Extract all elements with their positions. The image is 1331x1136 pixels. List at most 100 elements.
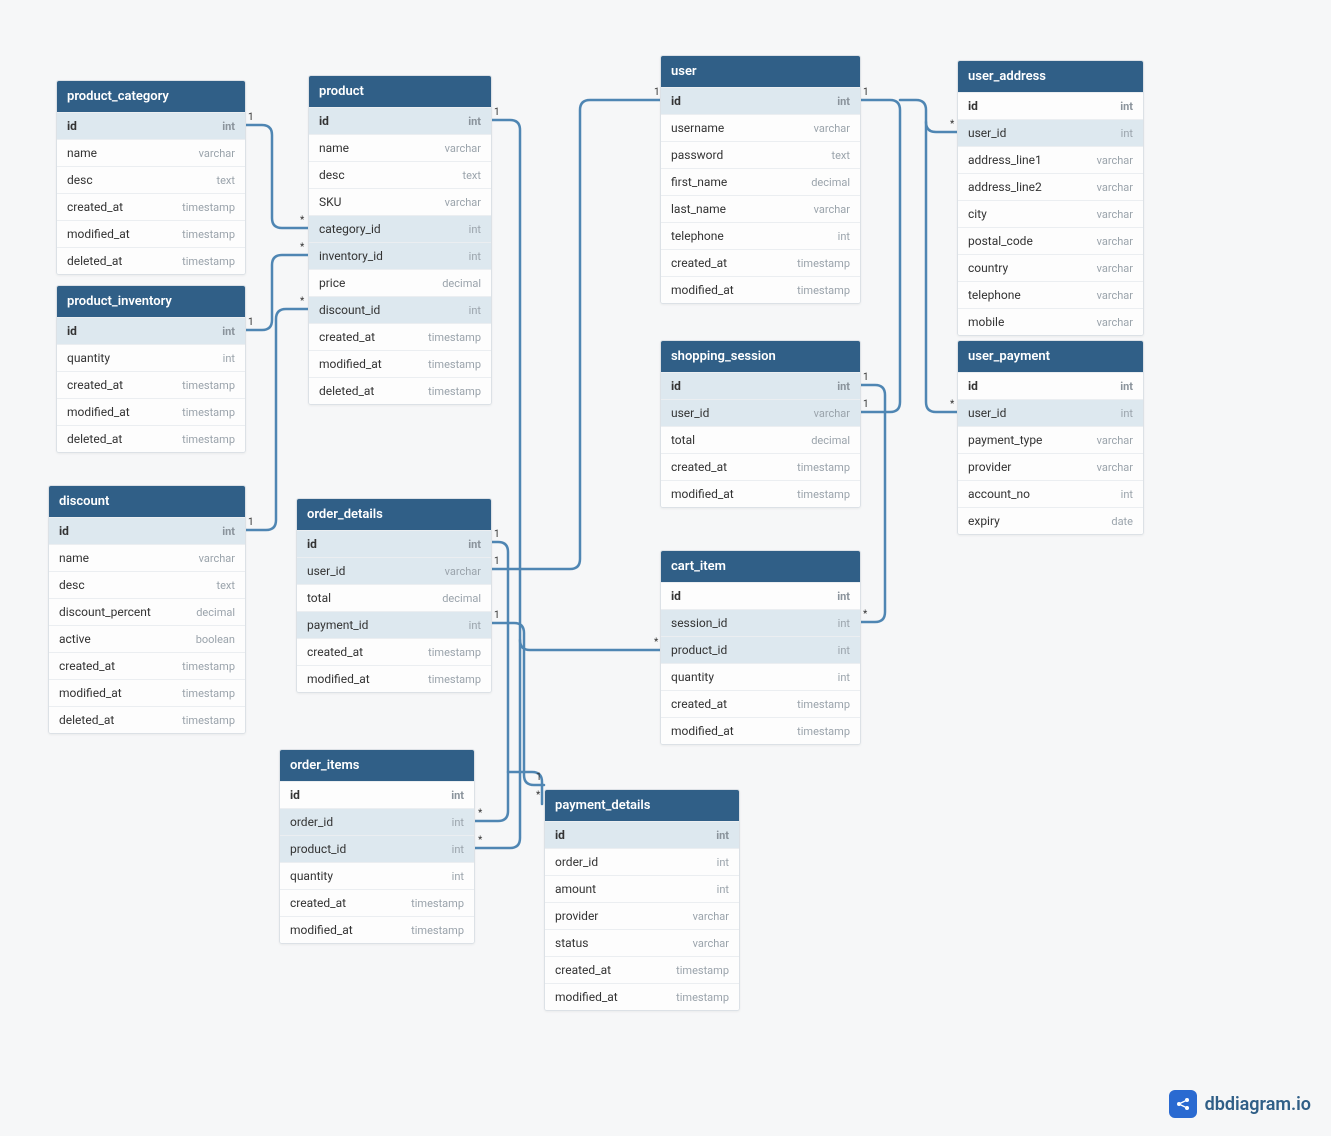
column-row[interactable]: product_idint — [661, 636, 860, 663]
column-row[interactable]: providervarchar — [545, 902, 739, 929]
column-row[interactable]: desctext — [57, 166, 245, 193]
column-row[interactable]: payment_typevarchar — [958, 426, 1143, 453]
table-product[interactable]: productidintnamevarchardesctextSKUvarcha… — [308, 75, 492, 405]
column-row[interactable]: payment_idint — [297, 611, 491, 638]
column-row[interactable]: idint — [280, 781, 474, 808]
column-row[interactable]: modified_attimestamp — [57, 220, 245, 247]
column-row[interactable]: created_attimestamp — [280, 889, 474, 916]
table-header[interactable]: order_items — [280, 750, 474, 781]
column-row[interactable]: modified_attimestamp — [661, 717, 860, 744]
column-row[interactable]: postal_codevarchar — [958, 227, 1143, 254]
column-row[interactable]: expirydate — [958, 507, 1143, 534]
column-row[interactable]: idint — [958, 92, 1143, 119]
erd-canvas[interactable]: 1 * 1 * 1 * 1 * * 1 * * 1 1 1 1 1 * 1 1 … — [0, 0, 1331, 1136]
column-row[interactable]: order_idint — [545, 848, 739, 875]
column-row[interactable]: created_attimestamp — [57, 371, 245, 398]
table-header[interactable]: product_category — [57, 81, 245, 112]
column-row[interactable]: account_noint — [958, 480, 1143, 507]
table-order_items[interactable]: order_itemsidintorder_idintproduct_idint… — [279, 749, 475, 944]
column-row[interactable]: quantityint — [57, 344, 245, 371]
column-row[interactable]: user_idint — [958, 119, 1143, 146]
column-row[interactable]: discount_percentdecimal — [49, 598, 245, 625]
column-row[interactable]: idint — [57, 317, 245, 344]
column-row[interactable]: deleted_attimestamp — [57, 425, 245, 452]
column-row[interactable]: modified_attimestamp — [661, 276, 860, 303]
table-header[interactable]: order_details — [297, 499, 491, 530]
column-row[interactable]: category_idint — [309, 215, 491, 242]
column-row[interactable]: user_idint — [958, 399, 1143, 426]
table-header[interactable]: user — [661, 56, 860, 87]
column-row[interactable]: namevarchar — [49, 544, 245, 571]
table-product_category[interactable]: product_categoryidintnamevarchardesctext… — [56, 80, 246, 275]
column-row[interactable]: pricedecimal — [309, 269, 491, 296]
column-row[interactable]: activeboolean — [49, 625, 245, 652]
table-header[interactable]: shopping_session — [661, 341, 860, 372]
column-row[interactable]: namevarchar — [309, 134, 491, 161]
column-row[interactable]: mobilevarchar — [958, 308, 1143, 335]
column-row[interactable]: idint — [545, 821, 739, 848]
column-row[interactable]: address_line1varchar — [958, 146, 1143, 173]
table-header[interactable]: product — [309, 76, 491, 107]
column-row[interactable]: last_namevarchar — [661, 195, 860, 222]
column-row[interactable]: namevarchar — [57, 139, 245, 166]
column-row[interactable]: created_attimestamp — [661, 690, 860, 717]
table-user_address[interactable]: user_addressidintuser_idintaddress_line1… — [957, 60, 1144, 336]
column-row[interactable]: created_attimestamp — [661, 249, 860, 276]
column-row[interactable]: passwordtext — [661, 141, 860, 168]
column-row[interactable]: modified_attimestamp — [57, 398, 245, 425]
table-product_inventory[interactable]: product_inventoryidintquantityintcreated… — [56, 285, 246, 453]
column-row[interactable]: modified_attimestamp — [309, 350, 491, 377]
column-row[interactable]: usernamevarchar — [661, 114, 860, 141]
table-user_payment[interactable]: user_paymentidintuser_idintpayment_typev… — [957, 340, 1144, 535]
column-row[interactable]: created_attimestamp — [57, 193, 245, 220]
column-row[interactable]: inventory_idint — [309, 242, 491, 269]
table-cart_item[interactable]: cart_itemidintsession_idintproduct_idint… — [660, 550, 861, 745]
table-header[interactable]: user_payment — [958, 341, 1143, 372]
table-shopping_session[interactable]: shopping_sessionidintuser_idvarchartotal… — [660, 340, 861, 508]
table-payment_details[interactable]: payment_detailsidintorder_idintamountint… — [544, 789, 740, 1011]
table-order_details[interactable]: order_detailsidintuser_idvarchartotaldec… — [296, 498, 492, 693]
column-row[interactable]: created_attimestamp — [309, 323, 491, 350]
table-header[interactable]: payment_details — [545, 790, 739, 821]
column-row[interactable]: created_attimestamp — [661, 453, 860, 480]
column-row[interactable]: idint — [49, 517, 245, 544]
column-row[interactable]: countryvarchar — [958, 254, 1143, 281]
column-row[interactable]: desctext — [49, 571, 245, 598]
column-row[interactable]: providervarchar — [958, 453, 1143, 480]
column-row[interactable]: user_idvarchar — [661, 399, 860, 426]
column-row[interactable]: idint — [309, 107, 491, 134]
column-row[interactable]: telephoneint — [661, 222, 860, 249]
column-row[interactable]: product_idint — [280, 835, 474, 862]
column-row[interactable]: created_attimestamp — [297, 638, 491, 665]
column-row[interactable]: modified_attimestamp — [280, 916, 474, 943]
column-row[interactable]: session_idint — [661, 609, 860, 636]
column-row[interactable]: SKUvarchar — [309, 188, 491, 215]
column-row[interactable]: idint — [297, 530, 491, 557]
column-row[interactable]: totaldecimal — [661, 426, 860, 453]
column-row[interactable]: modified_attimestamp — [49, 679, 245, 706]
column-row[interactable]: user_idvarchar — [297, 557, 491, 584]
column-row[interactable]: deleted_attimestamp — [49, 706, 245, 733]
column-row[interactable]: totaldecimal — [297, 584, 491, 611]
table-user[interactable]: useridintusernamevarcharpasswordtextfirs… — [660, 55, 861, 304]
column-row[interactable]: first_namedecimal — [661, 168, 860, 195]
column-row[interactable]: quantityint — [280, 862, 474, 889]
column-row[interactable]: idint — [661, 87, 860, 114]
column-row[interactable]: desctext — [309, 161, 491, 188]
table-header[interactable]: discount — [49, 486, 245, 517]
column-row[interactable]: quantityint — [661, 663, 860, 690]
column-row[interactable]: created_attimestamp — [545, 956, 739, 983]
column-row[interactable]: amountint — [545, 875, 739, 902]
column-row[interactable]: created_attimestamp — [49, 652, 245, 679]
column-row[interactable]: deleted_attimestamp — [57, 247, 245, 274]
column-row[interactable]: modified_attimestamp — [297, 665, 491, 692]
column-row[interactable]: cityvarchar — [958, 200, 1143, 227]
column-row[interactable]: deleted_attimestamp — [309, 377, 491, 404]
table-header[interactable]: product_inventory — [57, 286, 245, 317]
column-row[interactable]: telephonevarchar — [958, 281, 1143, 308]
column-row[interactable]: address_line2varchar — [958, 173, 1143, 200]
column-row[interactable]: idint — [958, 372, 1143, 399]
column-row[interactable]: idint — [661, 582, 860, 609]
table-header[interactable]: user_address — [958, 61, 1143, 92]
column-row[interactable]: idint — [661, 372, 860, 399]
